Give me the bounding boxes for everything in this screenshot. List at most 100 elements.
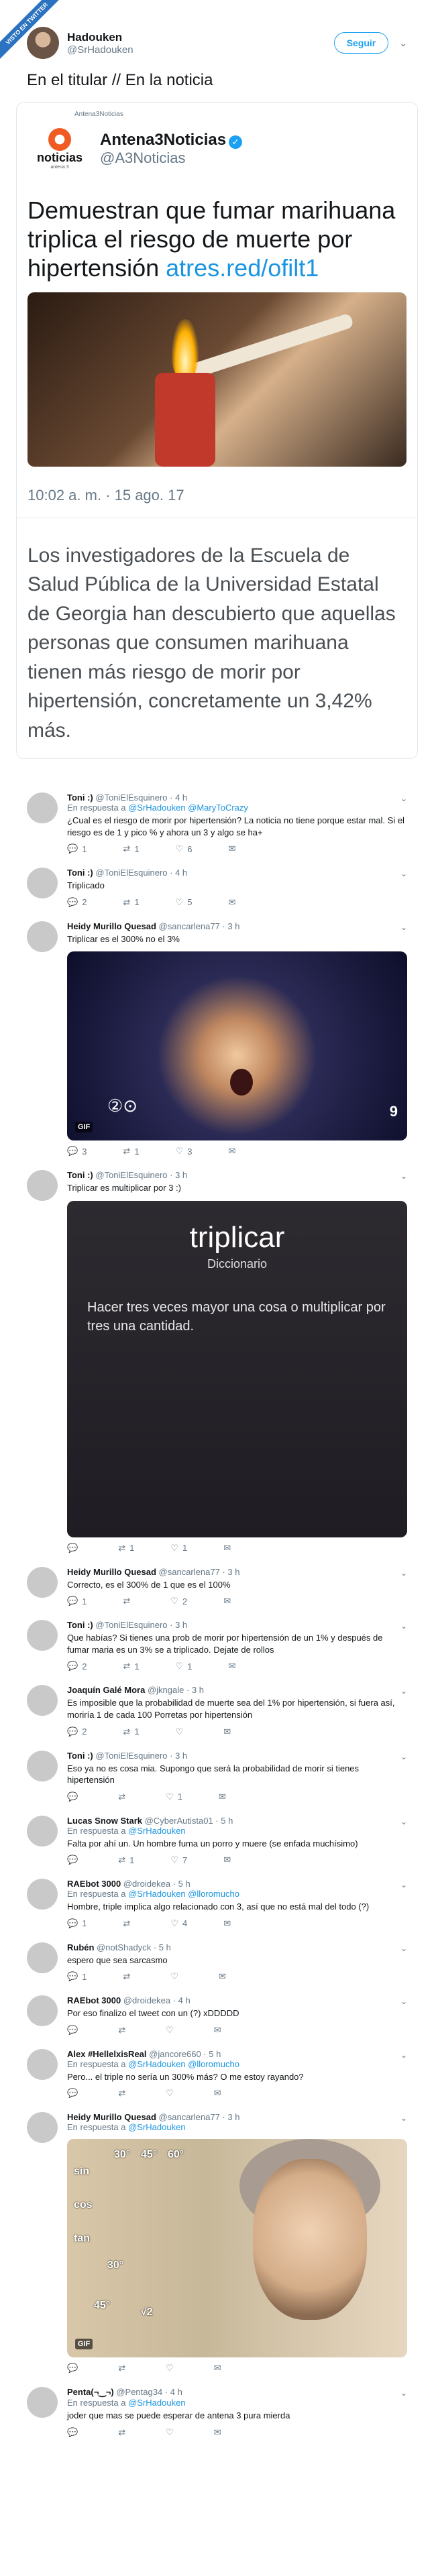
avatar[interactable] — [27, 1685, 58, 1716]
avatar[interactable] — [27, 1942, 58, 1973]
retweet-action[interactable]: ⇄ 1 — [123, 897, 139, 908]
retweet-action[interactable]: ⇄ 1 — [118, 1543, 134, 1554]
reply-name[interactable]: Alex #HellelxisReal — [67, 2049, 147, 2059]
reply-handle[interactable]: @notShadyck · 5 h — [97, 1942, 171, 1952]
quoted-tweet[interactable]: Antena3Noticias noticias antena 3 Antena… — [16, 102, 418, 760]
reply-tweet[interactable]: Heidy Murillo Quesad @sancarlena77 · 3 h… — [27, 2105, 407, 2380]
reply-to-link[interactable]: @SrHadouken — [128, 1826, 185, 1836]
reply-handle[interactable]: @ToniElEsquinero · 3 h — [95, 1620, 187, 1630]
reply-action[interactable]: 💬 — [67, 1543, 82, 1554]
retweet-action[interactable]: ⇄ — [118, 2025, 129, 2036]
reply-handle[interactable]: @sancarlena77 · 3 h — [159, 2112, 240, 2122]
dm-action[interactable]: ✉ — [223, 1543, 231, 1554]
like-action[interactable]: ♡ — [176, 1726, 188, 1737]
like-action[interactable]: ♡ 4 — [170, 1918, 187, 1929]
like-action[interactable]: ♡ 3 — [176, 1146, 193, 1157]
like-action[interactable]: ♡ 1 — [170, 1543, 187, 1554]
retweet-action[interactable]: ⇄ 1 — [118, 1855, 134, 1865]
reply-handle[interactable]: @ToniElEsquinero · 4 h — [95, 793, 187, 803]
reply-tweet[interactable]: RAEbot 3000 @droidekea · 4 h Por eso fin… — [27, 1989, 407, 2042]
dm-action[interactable]: ✉ — [214, 2427, 221, 2438]
reply-name[interactable]: RAEbot 3000 — [67, 1995, 121, 2005]
like-action[interactable]: ♡ 1 — [166, 1792, 182, 1802]
math-lady-gif[interactable]: sin cos tan 30° 45° 60° 30° 45° √2 GIF — [67, 2139, 407, 2358]
reply-tweet[interactable]: RAEbot 3000 @droidekea · 5 h En respuest… — [27, 1872, 407, 1936]
tweet-date[interactable]: 10:02 a. m. · 15 ago. 17 — [28, 487, 406, 504]
reply-handle[interactable]: @jkngale · 3 h — [148, 1685, 204, 1695]
retweet-action[interactable]: ⇄ 1 — [123, 1726, 139, 1737]
like-action[interactable]: ♡ 2 — [170, 1596, 187, 1606]
reply-tweet[interactable]: Toni :) @ToniElEsquinero · 3 h Triplicar… — [27, 1163, 407, 1560]
chevron-down-icon[interactable]: ⌄ — [400, 1568, 407, 1578]
avatar[interactable] — [27, 2112, 58, 2144]
avatar[interactable] — [27, 1879, 58, 1910]
reply-action[interactable]: 💬 2 — [67, 1661, 87, 1672]
dm-action[interactable]: ✉ — [223, 1855, 231, 1865]
reply-tweet[interactable]: Rubén @notShadyck · 5 h espero que sea s… — [27, 1936, 407, 1989]
reply-action[interactable]: 💬 1 — [67, 1918, 87, 1929]
like-action[interactable]: ♡ 5 — [176, 897, 193, 908]
chevron-down-icon[interactable]: ⌄ — [400, 1880, 407, 1889]
reply-action[interactable]: 💬 — [67, 2025, 82, 2036]
retweet-action[interactable]: ⇄ — [118, 2363, 129, 2374]
avatar[interactable] — [27, 868, 58, 899]
reply-handle[interactable]: @sancarlena77 · 3 h — [159, 921, 240, 931]
reply-name[interactable]: Toni :) — [67, 868, 93, 878]
like-action[interactable]: ♡ — [166, 2427, 178, 2438]
reply-name[interactable]: Lucas Snow Stark — [67, 1816, 142, 1826]
reply-action[interactable]: 💬 3 — [67, 1146, 87, 1157]
dm-action[interactable]: ✉ — [214, 2363, 221, 2374]
reply-tweet[interactable]: Lucas Snow Stark @CyberAutista01 · 5 h E… — [27, 1809, 407, 1873]
avatar[interactable] — [27, 1170, 58, 1202]
reply-tweet[interactable]: Penta(¬‿¬) @Pentag34 · 4 h En respuesta … — [27, 2380, 407, 2445]
reply-name[interactable]: Heidy Murillo Quesad — [67, 1567, 156, 1577]
reply-name[interactable]: Rubén — [67, 1942, 94, 1952]
reply-action[interactable]: 💬 — [67, 1792, 82, 1802]
chevron-down-icon[interactable]: ⌄ — [400, 869, 407, 878]
reply-action[interactable]: 💬 — [67, 2088, 82, 2099]
chevron-down-icon[interactable]: ⌄ — [400, 1686, 407, 1696]
article-link[interactable]: atres.red/ofilt1 — [166, 254, 319, 282]
avatar[interactable] — [27, 793, 58, 824]
avatar[interactable] — [27, 1566, 58, 1598]
reply-name[interactable]: Joaquín Galé Mora — [67, 1685, 145, 1695]
chevron-down-icon[interactable]: ⌄ — [400, 794, 407, 803]
reply-action[interactable]: 💬 1 — [67, 1971, 87, 1982]
reply-to-link[interactable]: @SrHadouken @MaryToCrazy — [128, 803, 248, 813]
reply-handle[interactable]: @droidekea · 4 h — [123, 1995, 191, 2005]
reply-name[interactable]: Heidy Murillo Quesad — [67, 2112, 156, 2122]
article-photo[interactable] — [28, 292, 406, 467]
reply-to-link[interactable]: @SrHadouken — [128, 2122, 185, 2132]
like-action[interactable]: ♡ — [166, 2363, 178, 2374]
chevron-down-icon[interactable]: ⌄ — [400, 2388, 407, 2398]
dm-action[interactable]: ✉ — [228, 1146, 235, 1157]
reply-name[interactable]: Toni :) — [67, 1620, 93, 1630]
retweet-action[interactable]: ⇄ — [123, 1596, 134, 1606]
dm-action[interactable]: ✉ — [223, 1918, 231, 1929]
dm-action[interactable]: ✉ — [219, 1792, 226, 1802]
reply-tweet[interactable]: Toni :) @ToniElEsquinero · 4 h En respue… — [27, 786, 407, 861]
reply-handle[interactable]: @ToniElEsquinero · 3 h — [95, 1170, 187, 1180]
retweet-action[interactable]: ⇄ — [123, 1918, 134, 1929]
retweet-action[interactable]: ⇄ 1 — [123, 1146, 139, 1157]
chevron-down-icon[interactable]: ⌄ — [400, 1817, 407, 1826]
chevron-down-icon[interactable]: ⌄ — [400, 2050, 407, 2060]
reply-action[interactable]: 💬 — [67, 1855, 82, 1865]
reply-name[interactable]: Penta(¬‿¬) — [67, 2387, 114, 2397]
dm-action[interactable]: ✉ — [223, 1596, 231, 1606]
reply-handle[interactable]: @ToniElEsquinero · 3 h — [95, 1751, 187, 1761]
dm-action[interactable]: ✉ — [228, 1661, 235, 1672]
reply-action[interactable]: 💬 — [67, 2427, 82, 2438]
reply-tweet[interactable]: Alex #HellelxisReal @jancore660 · 5 h En… — [27, 2042, 407, 2106]
like-action[interactable]: ♡ — [166, 2025, 178, 2036]
avatar[interactable] — [27, 1750, 58, 1781]
chevron-down-icon[interactable]: ⌄ — [400, 1944, 407, 1953]
retweet-action[interactable]: ⇄ — [118, 2427, 129, 2438]
reply-handle[interactable]: @jancore660 · 5 h — [149, 2049, 221, 2059]
reply-tweet[interactable]: Toni :) @ToniElEsquinero · 4 h Triplicad… — [27, 861, 407, 915]
reply-handle[interactable]: @droidekea · 5 h — [123, 1879, 191, 1889]
dm-action[interactable]: ✉ — [219, 1971, 226, 1982]
chevron-down-icon[interactable]: ⌄ — [400, 2113, 407, 2123]
reply-name[interactable]: Toni :) — [67, 1170, 93, 1180]
dictionary-screenshot[interactable]: triplicar Diccionario Hacer tres veces may… — [67, 1200, 407, 1537]
